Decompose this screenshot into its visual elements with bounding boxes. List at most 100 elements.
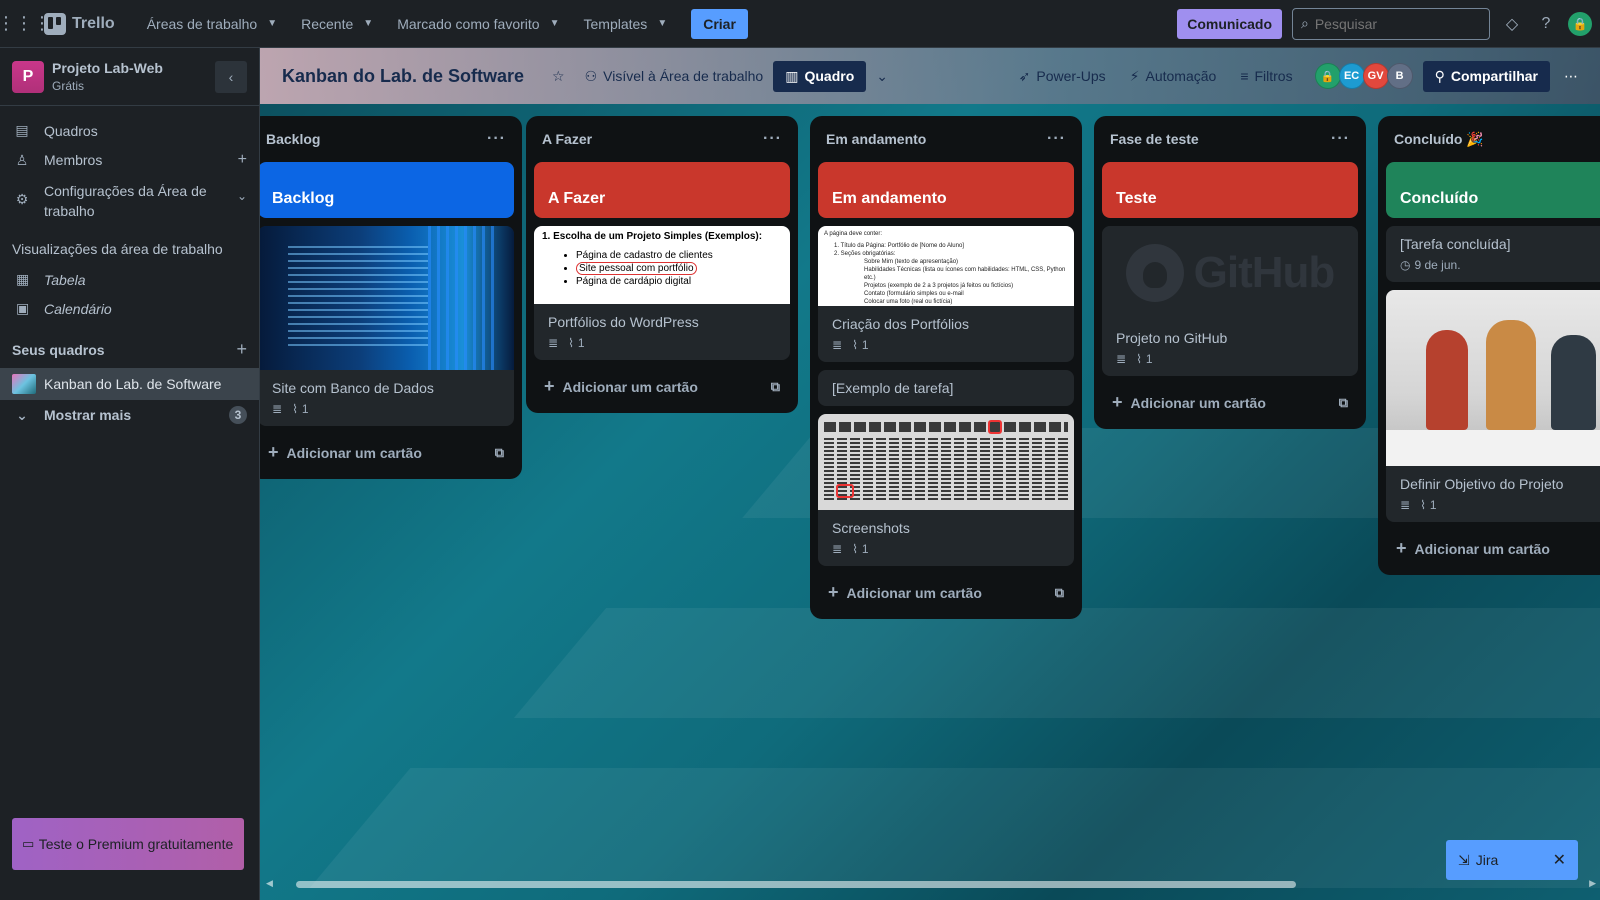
- collapse-sidebar-button[interactable]: ‹: [215, 60, 247, 93]
- trello-logo-icon: [44, 12, 66, 35]
- card-template-icon[interactable]: ⧉: [1055, 585, 1064, 601]
- board-thumbnail: [12, 374, 36, 394]
- sidebar-item-boards[interactable]: ▤ Quadros: [0, 116, 259, 145]
- sidebar-item-settings[interactable]: ⚙ Configurações da Área de trabalho ⌄: [0, 175, 259, 227]
- banner-title: Backlog: [260, 162, 514, 218]
- create-button[interactable]: Criar: [691, 8, 748, 39]
- notifications-icon[interactable]: ◇: [1500, 12, 1524, 36]
- list-title[interactable]: Em andamento: [826, 131, 926, 147]
- due-date: 9 de jun.: [1414, 258, 1461, 272]
- automation-button[interactable]: ⚡ Automação: [1120, 62, 1227, 91]
- close-icon[interactable]: ✕: [1553, 850, 1566, 870]
- list-title[interactable]: Backlog: [266, 131, 320, 147]
- card-exemplo-tarefa[interactable]: [Exemplo de tarefa]: [818, 370, 1074, 406]
- member-avatar[interactable]: EC: [1338, 63, 1365, 89]
- list-title[interactable]: Concluído 🎉: [1394, 131, 1484, 148]
- card-title: Site com Banco de Dados: [272, 380, 434, 396]
- list-menu-icon[interactable]: ···: [1331, 130, 1350, 148]
- recent-menu[interactable]: Recente ▼: [291, 10, 383, 38]
- help-icon[interactable]: ?: [1534, 12, 1558, 36]
- card-template-icon[interactable]: ⧉: [771, 379, 780, 395]
- add-card-button[interactable]: + Adicionar um cartão ⧉: [1102, 384, 1358, 421]
- card-portfolios-wordpress[interactable]: 1. Escolha de um Projeto Simples (Exempl…: [534, 226, 790, 360]
- jira-widget[interactable]: ⇲ Jira ✕: [1446, 840, 1578, 880]
- card-teste-banner[interactable]: Teste: [1102, 162, 1358, 218]
- list-menu-icon[interactable]: ···: [487, 130, 506, 148]
- scrollbar-thumb[interactable]: [296, 881, 1296, 888]
- announcement-button[interactable]: Comunicado: [1177, 8, 1282, 39]
- add-card-button[interactable]: + Adicionar um cartão ⧉: [534, 368, 790, 405]
- views-dropdown[interactable]: ⌄: [866, 62, 898, 91]
- card-site-banco[interactable]: Site com Banco de Dados ≣ ⌇ 1: [260, 226, 514, 426]
- menu-label: Templates: [583, 15, 648, 32]
- card-screenshots[interactable]: Screenshots ≣ ⌇ 1: [818, 414, 1074, 566]
- card-template-icon[interactable]: ⧉: [1339, 395, 1348, 411]
- person-figure: [1486, 320, 1536, 430]
- sidebar-item-calendar[interactable]: ▣ Calendário: [0, 294, 259, 323]
- card-projeto-github[interactable]: GitHub Projeto no GitHub ≣ ⌇ 1: [1102, 226, 1358, 376]
- user-avatar[interactable]: 🔒: [1568, 11, 1592, 36]
- board-menu-button[interactable]: ⋯: [1554, 62, 1588, 91]
- card-concluido-banner[interactable]: Concluído: [1386, 162, 1600, 218]
- doc-list: Página de cadastro de clientes Site pess…: [576, 249, 782, 288]
- search-input[interactable]: [1314, 15, 1465, 32]
- list-title[interactable]: A Fazer: [542, 131, 592, 147]
- star-board-button[interactable]: ☆: [542, 62, 575, 91]
- card-criacao-portfolios[interactable]: A página deve conter: 1. Título da Págin…: [818, 226, 1074, 362]
- menu-label: Marcado como favorito: [397, 15, 540, 32]
- premium-trial-button[interactable]: ▭ Teste o Premium gratuitamente: [12, 818, 244, 870]
- plus-icon: +: [1396, 538, 1407, 558]
- description-icon: ≣: [832, 542, 843, 556]
- list-menu-icon[interactable]: ···: [763, 130, 782, 148]
- board-view-button[interactable]: ▥ Quadro: [773, 60, 867, 92]
- add-member-icon[interactable]: +: [238, 151, 247, 169]
- add-board-icon[interactable]: +: [236, 339, 247, 360]
- list-title[interactable]: Fase de teste: [1110, 131, 1199, 147]
- horizontal-scrollbar[interactable]: ◀ ▶: [266, 878, 1596, 890]
- card-tarefa-concluida[interactable]: [Tarefa concluída] ◷ 9 de jun.: [1386, 226, 1600, 282]
- trello-logo[interactable]: Trello: [44, 12, 115, 35]
- person-figure: [1551, 335, 1596, 430]
- list-em-andamento: Em andamento ··· Em andamento A página d…: [810, 116, 1082, 619]
- workspaces-menu[interactable]: Áreas de trabalho ▼: [137, 10, 287, 38]
- board-title[interactable]: Kanban do Lab. de Software: [282, 66, 524, 87]
- workspace-name[interactable]: Projeto Lab-Web: [52, 60, 163, 76]
- plus-icon: +: [1112, 392, 1123, 412]
- member-avatar[interactable]: 🔒: [1314, 63, 1341, 89]
- keyboard-cover: [818, 414, 1074, 510]
- doc-line: Sobre Mim (texto de apresentação): [864, 259, 959, 265]
- card-definir-objetivo[interactable]: Definir Objetivo do Projeto ≣ ⌇ 1: [1386, 290, 1600, 522]
- share-button[interactable]: ⚲ Compartilhar: [1422, 60, 1550, 92]
- list-menu-icon[interactable]: ···: [1047, 130, 1066, 148]
- add-card-button[interactable]: + Adicionar um cartão: [1386, 530, 1600, 567]
- doc-item-highlighted: Site pessoal com portfólio: [576, 262, 697, 275]
- templates-menu[interactable]: Templates ▼: [574, 10, 678, 38]
- member-avatar[interactable]: GV: [1362, 63, 1389, 89]
- card-backlog-banner[interactable]: Backlog: [260, 162, 514, 218]
- visibility-button[interactable]: ⚇ Visível à Área de trabalho: [575, 62, 774, 91]
- search-icon: ⌕: [1301, 15, 1309, 31]
- sidebar-item-table[interactable]: ▦ Tabela: [0, 265, 259, 294]
- card-title: [Exemplo de tarefa]: [832, 380, 954, 396]
- add-card-button[interactable]: + Adicionar um cartão ⧉: [818, 574, 1074, 611]
- doc-item: Site pessoal com portfólio: [576, 262, 782, 275]
- sidebar-item-members[interactable]: ♙ Membros +: [0, 145, 259, 175]
- app-switcher-icon[interactable]: ⋮⋮⋮: [0, 12, 51, 36]
- highlighted-key: [988, 420, 1002, 434]
- scroll-right-icon[interactable]: ▶: [1589, 878, 1596, 889]
- search-box[interactable]: ⌕: [1292, 7, 1490, 40]
- sidebar-board-kanban[interactable]: Kanban do Lab. de Software: [0, 368, 259, 400]
- chevron-down-icon[interactable]: ⌄: [237, 189, 247, 203]
- sidebar-item-label: Quadros: [44, 122, 98, 139]
- show-more-button[interactable]: ⌄ Mostrar mais 3: [0, 400, 259, 430]
- card-template-icon[interactable]: ⧉: [495, 445, 504, 461]
- card-em-andamento-banner[interactable]: Em andamento: [818, 162, 1074, 218]
- powerups-button[interactable]: ➶ Power-Ups: [1009, 62, 1116, 91]
- scroll-left-icon[interactable]: ◀: [266, 878, 273, 889]
- starred-menu[interactable]: Marcado como favorito ▼: [387, 10, 569, 38]
- list-header: Concluído 🎉: [1386, 116, 1600, 162]
- card-a-fazer-banner[interactable]: A Fazer: [534, 162, 790, 218]
- add-card-button[interactable]: + Adicionar um cartão ⧉: [260, 434, 514, 471]
- member-avatar[interactable]: B: [1386, 63, 1413, 89]
- filters-button[interactable]: ≡ Filtros: [1230, 62, 1302, 90]
